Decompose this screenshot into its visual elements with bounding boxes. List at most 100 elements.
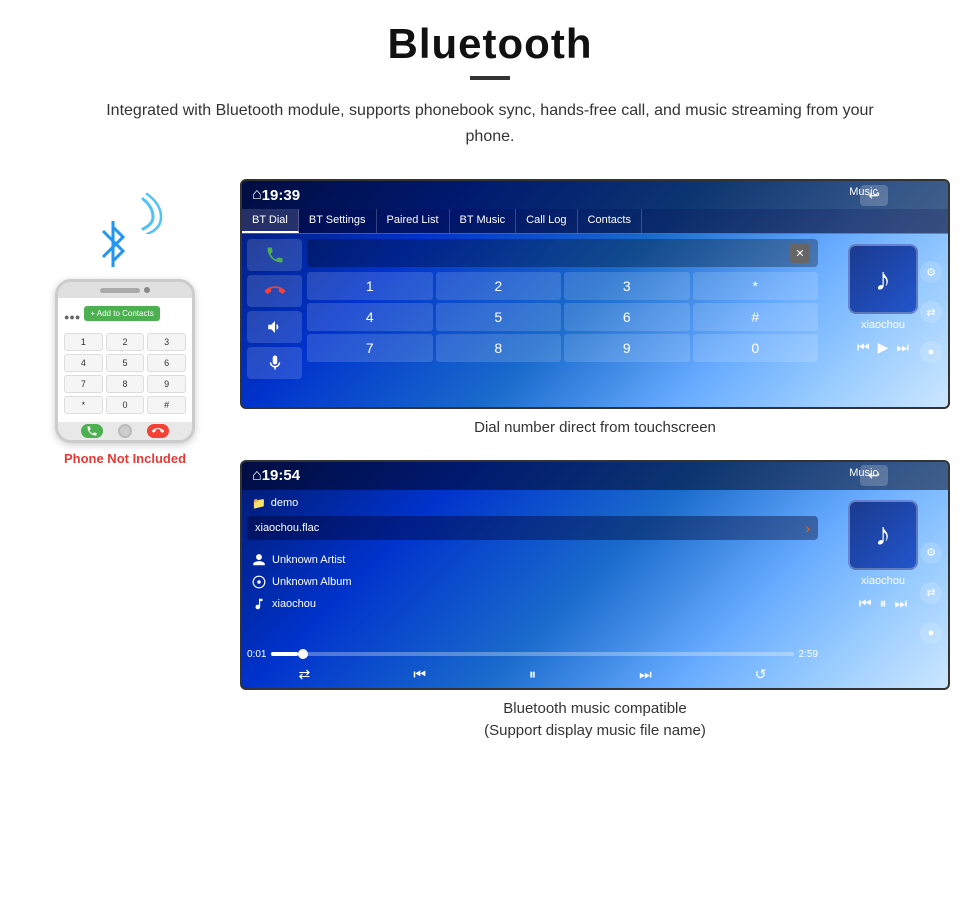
mic-button[interactable] — [247, 347, 302, 379]
phone-not-included-label: Phone Not Included — [64, 451, 186, 466]
dialpad-key-7[interactable]: 7 — [64, 375, 103, 393]
prev-btn[interactable]: ⏮ — [413, 666, 426, 683]
tab-contacts[interactable]: Contacts — [578, 209, 642, 233]
mute-button[interactable] — [247, 311, 302, 343]
dialpad-key-8[interactable]: 8 — [106, 375, 145, 393]
tab-call-log[interactable]: Call Log — [516, 209, 577, 233]
side-icon-circle[interactable]: ● — [920, 341, 942, 363]
content-row: ●●● + Add to Contacts 1 2 3 4 5 6 7 8 9 … — [30, 179, 950, 763]
next-button-1[interactable]: ⏭ — [896, 339, 909, 356]
progress-fill — [271, 652, 297, 656]
phone-bottom-bar — [58, 422, 192, 440]
screenshots-section: ⌂ 19:39 ↩ Music BT Dial BT Settings Pair… — [240, 179, 950, 763]
play-button-1[interactable]: ▶ — [878, 339, 889, 356]
add-to-contacts-label: + Add to Contacts — [84, 306, 159, 321]
artist-name-1: xiaochou — [861, 319, 905, 331]
title-divider — [470, 76, 510, 80]
progress-area: 0:01 2:59 — [247, 649, 818, 660]
album-icon — [252, 575, 266, 589]
progress-bar[interactable] — [271, 652, 793, 656]
dialpad-key-5[interactable]: 5 — [106, 354, 145, 372]
screen-dialkey-3[interactable]: 3 — [564, 272, 690, 300]
phone-mockup: ●●● + Add to Contacts 1 2 3 4 5 6 7 8 9 … — [55, 279, 195, 443]
album-art-1: ♪ — [848, 244, 918, 314]
screen-dialkey-9[interactable]: 9 — [564, 334, 690, 362]
phone-home-button[interactable] — [118, 424, 132, 438]
bt-info-list: Unknown Artist Unknown Album xiaochou — [247, 544, 818, 620]
pause-button-2[interactable]: ⏸ — [880, 595, 887, 612]
dialpad-key-1[interactable]: 1 — [64, 333, 103, 351]
screen-dialkey-star[interactable]: * — [693, 272, 819, 300]
screen1-time: 19:39 — [262, 187, 300, 204]
music-label-top: Music — [849, 186, 878, 198]
backspace-button[interactable]: ✕ — [790, 243, 810, 263]
tab-bt-settings[interactable]: BT Settings — [299, 209, 377, 233]
track-info: xiaochou — [272, 598, 316, 610]
folder-icon: 📁 — [252, 497, 266, 510]
file-item[interactable]: xiaochou.flac › — [247, 516, 818, 540]
dialpad-key-9[interactable]: 9 — [147, 375, 186, 393]
tab-bt-music[interactable]: BT Music — [450, 209, 517, 233]
music-controls-2: ⏮ ⏸ ⏭ — [859, 595, 907, 612]
caption-line1: Bluetooth music compatible — [503, 700, 686, 717]
dial-display: ✕ — [307, 239, 818, 267]
dialpad-key-6[interactable]: 6 — [147, 354, 186, 372]
music-note-icon-1: ♪ — [875, 261, 891, 298]
music-label-top-2: Music — [849, 467, 878, 479]
side-icon-circle-2[interactable]: ● — [920, 622, 942, 644]
screenshot-block-1: ⌂ 19:39 ↩ Music BT Dial BT Settings Pair… — [240, 179, 950, 440]
prev-button-2[interactable]: ⏮ — [859, 595, 872, 612]
home-icon[interactable]: ⌂ — [252, 186, 262, 204]
time-start: 0:01 — [247, 649, 266, 660]
dial-left-buttons — [247, 239, 302, 395]
dialpad-key-3[interactable]: 3 — [147, 333, 186, 351]
phone-camera — [144, 287, 150, 293]
screen-dialkey-7[interactable]: 7 — [307, 334, 433, 362]
time-end: 2:59 — [799, 649, 818, 660]
screen-dialkey-4[interactable]: 4 — [307, 303, 433, 331]
filename: xiaochou.flac — [255, 522, 319, 534]
screen-dialkey-0[interactable]: 0 — [693, 334, 819, 362]
tab-bt-dial[interactable]: BT Dial — [242, 209, 299, 233]
dial-area: ✕ 1 2 3 * 4 5 6 # 7 — [242, 234, 948, 400]
artist-row: Unknown Artist — [252, 549, 813, 571]
screen2-caption: Bluetooth music compatible (Support disp… — [240, 698, 950, 743]
call-button[interactable] — [247, 239, 302, 271]
bottom-controls: ⇄ ⏮ ⏸ ⏭ ↺ — [247, 666, 818, 683]
side-icon-shuffle-2[interactable]: ⇄ — [920, 582, 942, 604]
phone-speaker — [100, 288, 140, 293]
screen-dialkey-5[interactable]: 5 — [436, 303, 562, 331]
screen-dialkey-8[interactable]: 8 — [436, 334, 562, 362]
end-call-button[interactable] — [247, 275, 302, 307]
screen-dialkey-1[interactable]: 1 — [307, 272, 433, 300]
dialpad-key-4[interactable]: 4 — [64, 354, 103, 372]
repeat-btn[interactable]: ↺ — [755, 666, 767, 683]
screen-dialkey-hash[interactable]: # — [693, 303, 819, 331]
play-pause-btn[interactable]: ⏸ — [529, 666, 536, 683]
page-subtitle: Integrated with Bluetooth module, suppor… — [90, 98, 890, 149]
tab-paired-list[interactable]: Paired List — [377, 209, 450, 233]
dialpad-key-2[interactable]: 2 — [106, 333, 145, 351]
phone-end-button[interactable] — [147, 424, 169, 438]
folder-name: demo — [271, 497, 299, 509]
screen2-time: 19:54 — [262, 467, 300, 484]
side-icon-settings[interactable]: ⚙ — [920, 261, 942, 283]
shuffle-btn[interactable]: ⇄ — [299, 666, 311, 683]
dialpad-key-hash[interactable]: # — [147, 396, 186, 414]
dialpad-key-star[interactable]: * — [64, 396, 103, 414]
prev-button-1[interactable]: ⏮ — [857, 339, 870, 356]
phone-call-button[interactable] — [81, 424, 103, 438]
side-icon-settings-2[interactable]: ⚙ — [920, 542, 942, 564]
dial-center: ✕ 1 2 3 * 4 5 6 # 7 — [307, 239, 818, 395]
screen-dialkey-6[interactable]: 6 — [564, 303, 690, 331]
home-icon-2[interactable]: ⌂ — [252, 467, 262, 485]
phone-section: ●●● + Add to Contacts 1 2 3 4 5 6 7 8 9 … — [30, 179, 220, 466]
dialpad-key-0[interactable]: 0 — [106, 396, 145, 414]
next-button-2[interactable]: ⏭ — [895, 595, 908, 612]
next-btn[interactable]: ⏭ — [639, 666, 652, 683]
side-icon-shuffle[interactable]: ⇄ — [920, 301, 942, 323]
bluetooth-symbol-icon — [95, 219, 131, 269]
dialpad-grid: 1 2 3 * 4 5 6 # 7 8 9 0 — [307, 272, 818, 362]
screen-dialkey-2[interactable]: 2 — [436, 272, 562, 300]
side-icons-2: ⚙ ⇄ ● — [920, 542, 942, 644]
